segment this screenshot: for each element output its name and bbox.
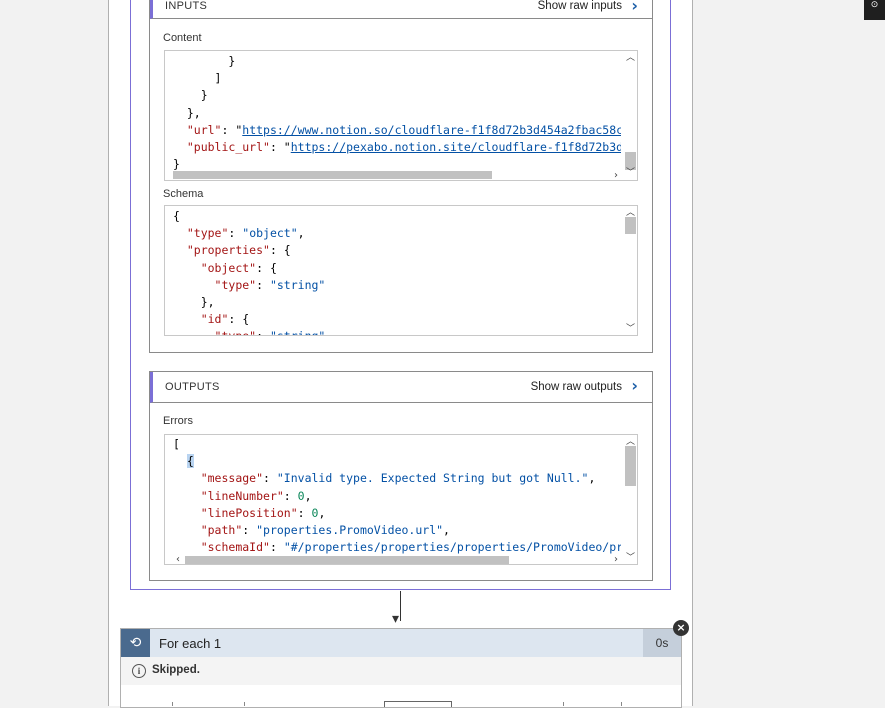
code-line: "type": "object", [186,226,305,241]
content-vscrollbar[interactable]: ︿ ﹀ [623,51,637,180]
nested-action-card[interactable] [384,701,452,707]
code-line: "id": { [200,312,250,327]
schema-vscroll-thumb[interactable] [625,217,636,234]
scroll-up-icon[interactable]: ︿ [626,54,635,63]
show-raw-inputs-link[interactable]: Show raw inputs [538,0,622,12]
code-line: } [173,88,208,103]
scroll-right-icon[interactable]: › [614,171,635,181]
outputs-header: OUTPUTS Show raw outputs › [150,372,652,403]
chevron-right-icon[interactable]: › [631,0,638,14]
code-line: "message": "Invalid type. Expected Strin… [200,471,596,486]
scroll-right-icon[interactable]: › [614,555,635,565]
show-raw-outputs-link[interactable]: Show raw outputs [531,381,622,393]
scroll-down-icon[interactable]: ﹀ [626,325,635,334]
divider [621,702,622,706]
code-line: "public_url": "https://pexabo.notion.sit… [186,139,621,154]
code-line: ] [173,71,222,86]
content-label: Content [163,32,202,44]
errors-code-box[interactable]: [ { "message": "Invalid type. Expected S… [164,434,638,565]
code-line: } [173,54,236,68]
inputs-header: INPUTS Show raw inputs › [150,0,652,19]
outputs-section: OUTPUTS Show raw outputs › Errors [ { "m… [149,371,653,581]
errors-label: Errors [163,415,193,427]
schema-label: Schema [163,188,204,200]
arrow-down-icon: ▾ [392,611,400,627]
top-right-overlay: ⊙ [864,0,885,20]
close-icon[interactable]: × [673,620,689,636]
content-hscroll-thumb[interactable] [173,171,492,179]
foreach-title: For each 1 [159,636,222,651]
inputs-title: INPUTS [165,0,208,12]
code-line: }, [173,294,215,309]
code-line: "path": "properties.PromoVideo.url", [200,522,450,537]
code-line: "url": "https://www.notion.so/cloudflare… [186,122,621,137]
chevron-right-icon[interactable]: › [631,378,638,394]
info-icon: i [132,664,146,678]
schema-code: { "type": "object", "properties": { "obj… [173,208,621,335]
inputs-section: INPUTS Show raw inputs › Content } ] } }… [149,0,653,353]
code-line: "type": "string" [214,277,326,292]
flow-connector [400,591,401,621]
code-line: [ [173,437,180,451]
divider [172,702,173,706]
outputs-title: OUTPUTS [165,381,220,393]
errors-vscroll-thumb[interactable] [625,446,636,486]
foreach-status-bar: i Skipped. [121,657,681,685]
code-line: { [173,209,180,223]
skipped-status: Skipped. [152,664,200,676]
content-code-box[interactable]: } ] } }, "url": "https://www.notion.so/c… [164,50,638,181]
errors-code: [ { "message": "Invalid type. Expected S… [173,436,621,564]
code-line: { [186,454,194,469]
content-code: } ] } }, "url": "https://www.notion.so/c… [173,53,621,173]
foreach-header[interactable]: ⟲ For each 1 0s [121,629,681,657]
foreach-card[interactable]: ⟲ For each 1 0s i Skipped. [120,628,682,708]
errors-vscrollbar[interactable]: ︿ ﹀ [623,435,637,564]
code-line: "linePosition": 0, [200,505,326,520]
schema-code-box[interactable]: { "type": "object", "properties": { "obj… [164,205,638,336]
code-line: "lineNumber": 0, [200,488,312,503]
code-line: "object": { [200,260,277,275]
errors-hscroll-thumb[interactable] [185,556,509,564]
schema-vscrollbar[interactable]: ︿ ﹀ [623,206,637,335]
code-line: "schemaId": "#/properties/properties/pro… [200,540,621,555]
code-line: "properties": { [186,243,291,258]
divider [244,702,245,706]
divider [563,702,564,706]
loop-icon: ⟲ [121,629,150,657]
code-line: }, [173,105,201,120]
code-line: "type": "string" [173,328,621,335]
